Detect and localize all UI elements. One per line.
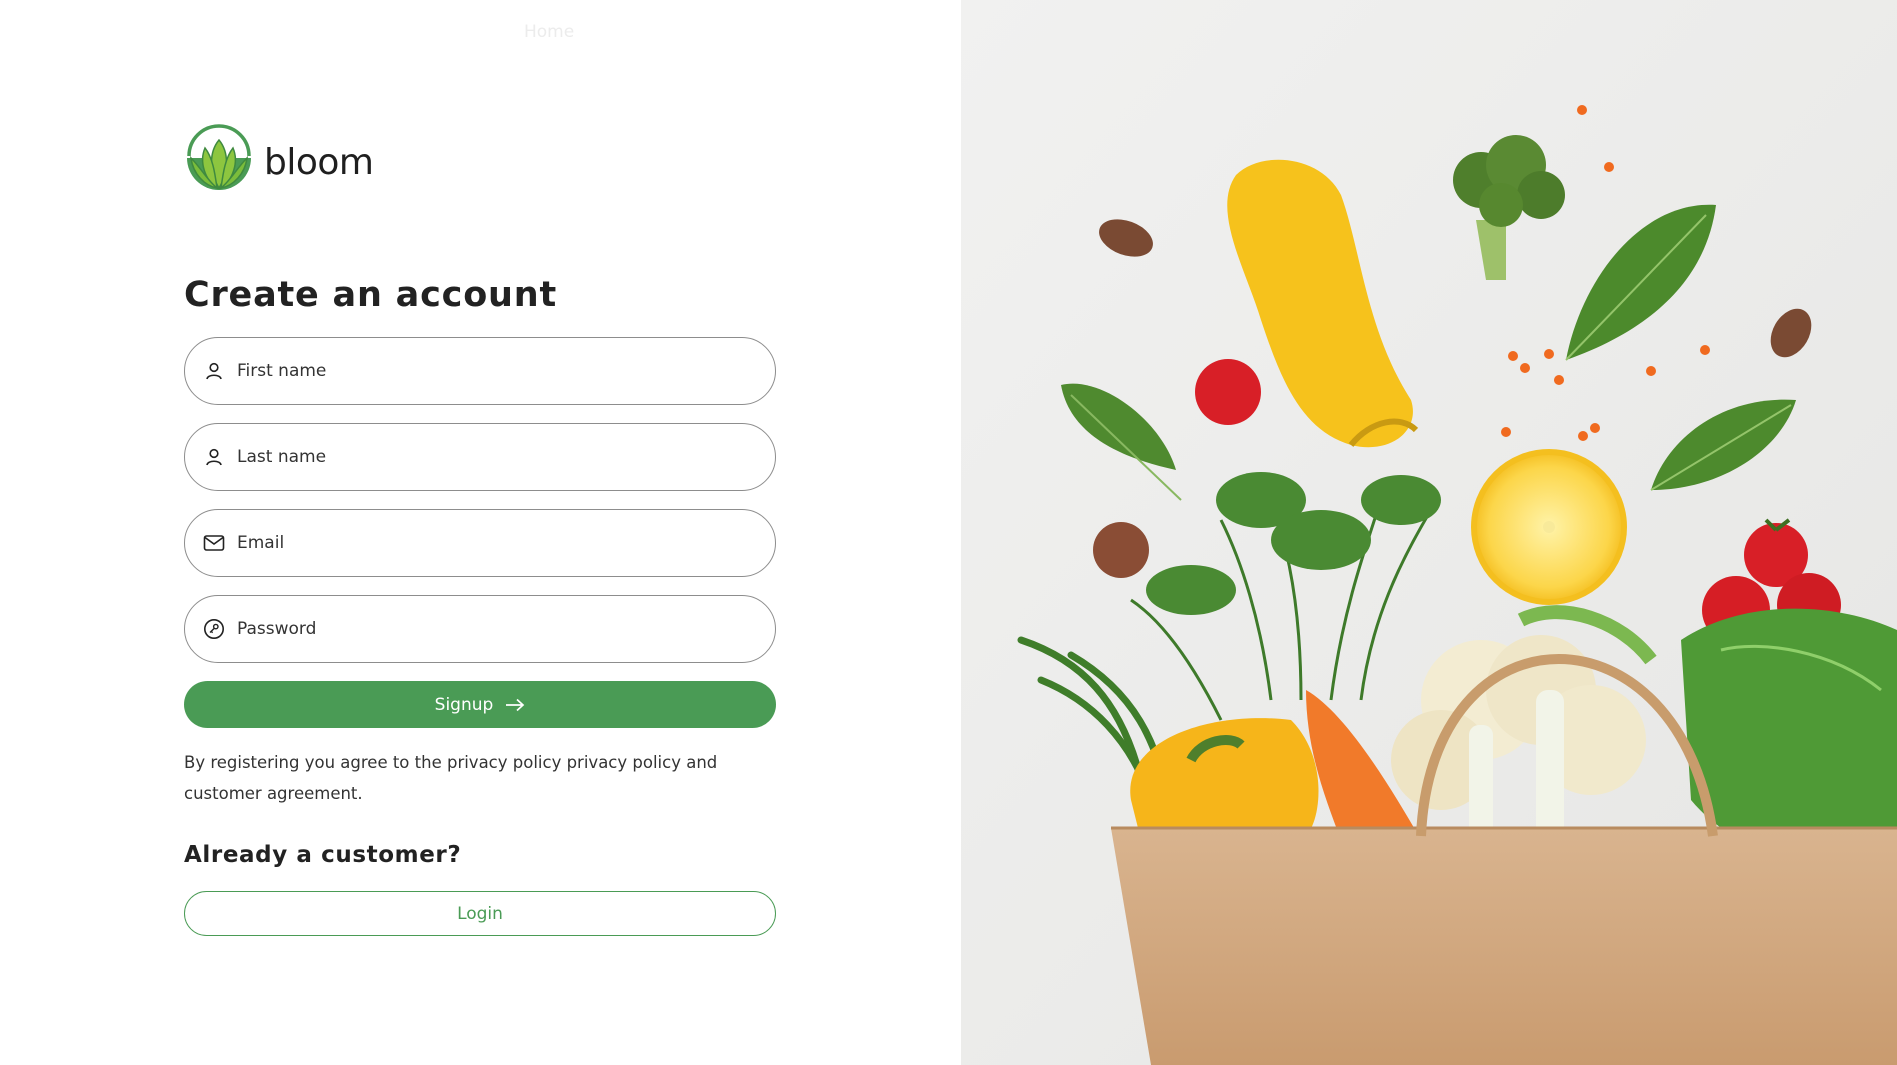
home-link[interactable]: Home — [524, 22, 574, 42]
lotus-logo-icon — [187, 124, 251, 190]
terms-text: By registering you agree to the privacy … — [184, 753, 718, 803]
first-name-input[interactable] — [237, 361, 757, 381]
brand-logo: bloom — [183, 118, 374, 194]
email-field[interactable] — [184, 509, 776, 577]
grocery-bag-illustration — [961, 0, 1897, 1065]
email-input[interactable] — [237, 533, 757, 553]
page-title: Create an account — [184, 275, 557, 315]
last-name-field[interactable] — [184, 423, 776, 491]
first-name-field[interactable] — [184, 337, 776, 405]
signup-panel: Home bloom Create an account First name … — [0, 0, 961, 1065]
cherry-tomato — [1195, 359, 1261, 425]
brand-name: bloom — [264, 141, 374, 183]
user-icon — [203, 446, 225, 468]
spring-onion — [1469, 725, 1493, 840]
envelope-icon — [203, 532, 225, 554]
spring-onion — [1536, 690, 1564, 840]
already-customer-heading: Already a customer? — [184, 842, 462, 868]
login-button[interactable]: Login — [184, 891, 776, 936]
password-input[interactable] — [237, 619, 757, 639]
user-icon — [203, 360, 225, 382]
hero-image — [961, 0, 1897, 1065]
signup-button[interactable]: Signup — [184, 681, 776, 728]
password-field[interactable] — [184, 595, 776, 663]
last-name-input[interactable] — [237, 447, 757, 467]
key-icon — [203, 618, 225, 640]
signup-label: Signup — [434, 694, 494, 715]
hazelnut — [1093, 522, 1149, 578]
arrow-right-icon — [505, 698, 525, 712]
